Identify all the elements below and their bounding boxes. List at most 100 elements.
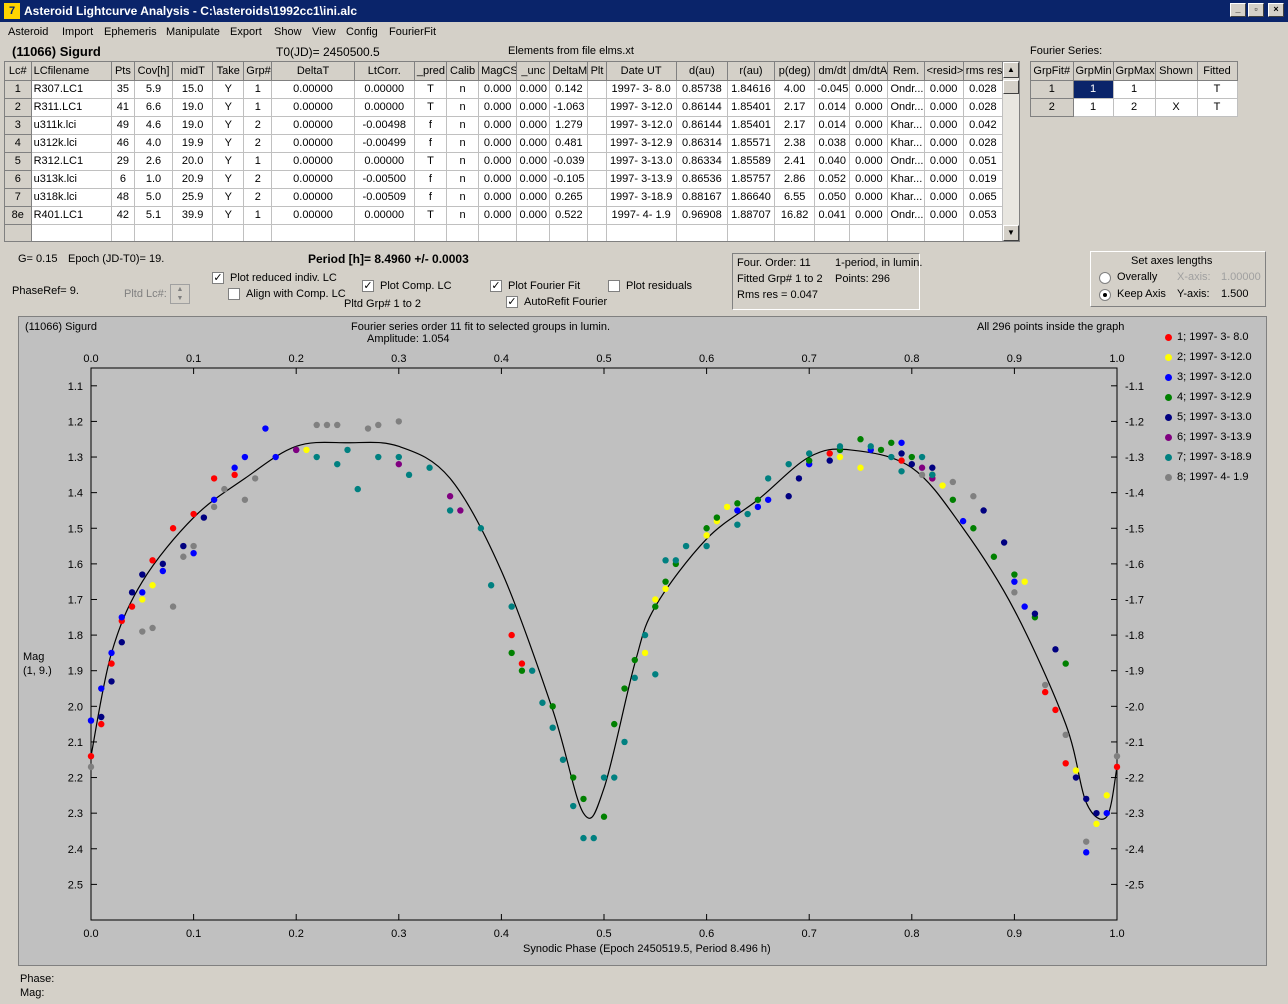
fs-row[interactable]: 1 1 1 T bbox=[1031, 80, 1238, 99]
table-cell[interactable]: 2 bbox=[243, 134, 273, 153]
table-cell[interactable]: T bbox=[414, 98, 447, 117]
table-cell[interactable]: 0.053 bbox=[963, 206, 1004, 225]
autorefit-checkbox[interactable]: ✓ bbox=[506, 296, 518, 308]
table-cell[interactable]: 1997- 3- 8.0 bbox=[606, 80, 677, 99]
pltd-lc-spinner[interactable]: ▲ ▼ bbox=[170, 284, 190, 304]
table-cell[interactable]: 0.00000 bbox=[354, 206, 415, 225]
table-cell[interactable]: 0.000 bbox=[849, 206, 889, 225]
table-row[interactable]: 2 R311.LC1 41 6.6 19.0 Y 1 0.00000 0.00000 Tn 0.00… bbox=[5, 98, 1004, 117]
table-cell[interactable]: 0.00000 bbox=[271, 188, 355, 207]
table-cell[interactable]: 0.000 bbox=[516, 98, 551, 117]
table-cell[interactable]: n bbox=[446, 152, 480, 171]
table-row[interactable]: 4 u312k.lci 46 4.0 19.9 Y 2 0.00000 -0.00499 f n 0.… bbox=[5, 134, 1004, 153]
fs-cell[interactable]: 2 bbox=[1113, 98, 1156, 117]
table-cell[interactable] bbox=[774, 224, 816, 241]
chart-canvas[interactable]: 0.0 0.0 0.1 0.1 0.2 0.2 0.3 0.3 0.4 0.4 0.5 0.5 0.6 0… bbox=[19, 317, 1268, 967]
col-header[interactable]: <resid> bbox=[924, 62, 964, 81]
col-header[interactable]: _pred bbox=[414, 62, 447, 81]
col-header[interactable]: Take bbox=[212, 62, 245, 81]
table-cell[interactable]: Khar... bbox=[887, 134, 925, 153]
table-cell[interactable] bbox=[111, 224, 135, 241]
table-scrollbar[interactable]: ▲ ▼ bbox=[1003, 62, 1019, 241]
table-cell[interactable]: Y bbox=[212, 152, 245, 171]
table-cell[interactable]: 41 bbox=[111, 98, 135, 117]
col-header[interactable]: d(au) bbox=[676, 62, 728, 81]
table-cell[interactable]: 1 bbox=[243, 98, 273, 117]
fs-col-header[interactable]: GrpFit# bbox=[1031, 62, 1074, 81]
table-cell[interactable]: -0.039 bbox=[549, 152, 589, 171]
table-cell[interactable] bbox=[587, 80, 607, 99]
col-header[interactable]: DeltaT bbox=[271, 62, 355, 81]
table-cell[interactable]: 0.00000 bbox=[271, 152, 355, 171]
table-cell[interactable]: Y bbox=[212, 188, 245, 207]
table-cell[interactable]: Ondr... bbox=[887, 206, 925, 225]
table-cell[interactable]: 1.88707 bbox=[727, 206, 776, 225]
fs-cell-selected[interactable]: 1 bbox=[1073, 80, 1114, 99]
table-cell[interactable]: 0.00000 bbox=[354, 80, 415, 99]
table-cell[interactable]: Y bbox=[212, 206, 245, 225]
table-cell[interactable]: Y bbox=[212, 80, 245, 99]
table-cell[interactable]: 1997- 3-18.9 bbox=[606, 188, 677, 207]
table-cell[interactable]: 0.042 bbox=[963, 116, 1004, 135]
col-header[interactable]: Calib bbox=[446, 62, 480, 81]
table-cell[interactable]: Ondr... bbox=[887, 152, 925, 171]
fs-col-header[interactable]: GrpMin bbox=[1073, 62, 1114, 81]
table-cell[interactable]: Khar... bbox=[887, 188, 925, 207]
table-cell[interactable]: Y bbox=[212, 116, 245, 135]
fs-cell[interactable]: X bbox=[1155, 98, 1198, 117]
menu-fourierfit[interactable]: FourierFit bbox=[389, 26, 436, 38]
table-cell[interactable]: 7 bbox=[5, 188, 32, 207]
table-cell[interactable]: 1997- 3-12.0 bbox=[606, 98, 677, 117]
table-cell[interactable]: 4.0 bbox=[134, 134, 174, 153]
table-cell[interactable]: -0.00498 bbox=[354, 116, 415, 135]
table-cell[interactable]: -0.105 bbox=[549, 170, 589, 189]
menu-ephemeris[interactable]: Ephemeris bbox=[104, 26, 157, 38]
table-cell[interactable]: 0.000 bbox=[849, 116, 889, 135]
table-cell[interactable]: 0.000 bbox=[478, 170, 518, 189]
table-cell[interactable]: 2 bbox=[243, 116, 273, 135]
table-cell[interactable]: 0.000 bbox=[478, 98, 518, 117]
table-cell[interactable]: 0.051 bbox=[963, 152, 1004, 171]
table-cell[interactable]: 19.9 bbox=[172, 134, 214, 153]
table-cell[interactable]: R311.LC1 bbox=[31, 98, 112, 117]
table-cell[interactable]: 0.000 bbox=[924, 80, 964, 99]
table-cell[interactable]: 0.000 bbox=[478, 116, 518, 135]
table-cell[interactable]: 0.142 bbox=[549, 80, 589, 99]
fs-cell[interactable]: 1 bbox=[1073, 98, 1114, 117]
fs-row[interactable]: 2 1 2 X T bbox=[1031, 98, 1238, 117]
table-cell[interactable]: 0.028 bbox=[963, 80, 1004, 99]
table-cell[interactable] bbox=[963, 224, 1004, 241]
col-header[interactable]: LtCorr. bbox=[354, 62, 415, 81]
table-row[interactable]: 6 u313k.lci 6 1.0 20.9 Y 2 0.00000 -0.00500 f n 0.0… bbox=[5, 170, 1004, 189]
table-cell[interactable]: n bbox=[446, 80, 480, 99]
table-cell[interactable]: 1997- 3-13.9 bbox=[606, 170, 677, 189]
table-cell[interactable]: 1.85589 bbox=[727, 152, 776, 171]
plot-fourier-checkbox[interactable]: ✓ bbox=[490, 280, 502, 292]
table-cell[interactable]: 1.86640 bbox=[727, 188, 776, 207]
table-cell[interactable]: T bbox=[414, 206, 447, 225]
table-cell[interactable] bbox=[31, 224, 112, 241]
table-cell[interactable]: f bbox=[414, 188, 447, 207]
table-cell[interactable]: 0.000 bbox=[516, 116, 551, 135]
y-axis-value[interactable]: 1.500 bbox=[1221, 288, 1249, 300]
table-cell[interactable]: Ondr... bbox=[887, 80, 925, 99]
table-cell[interactable] bbox=[924, 224, 964, 241]
menu-view[interactable]: View bbox=[312, 26, 336, 38]
col-header[interactable]: Grp# bbox=[243, 62, 273, 81]
table-cell[interactable]: 0.000 bbox=[516, 152, 551, 171]
table-cell[interactable] bbox=[354, 224, 415, 241]
table-cell[interactable]: 5.9 bbox=[134, 80, 174, 99]
fs-col-header[interactable]: GrpMax bbox=[1113, 62, 1156, 81]
table-cell[interactable]: 1997- 3-12.9 bbox=[606, 134, 677, 153]
plot-reduced-checkbox[interactable]: ✓ bbox=[212, 272, 224, 284]
table-cell[interactable]: 2.17 bbox=[774, 116, 816, 135]
table-cell[interactable]: 19.0 bbox=[172, 116, 214, 135]
col-header[interactable]: dm/dtA bbox=[849, 62, 889, 81]
table-cell[interactable]: 1.0 bbox=[134, 170, 174, 189]
table-cell[interactable]: 49 bbox=[111, 116, 135, 135]
fs-cell[interactable]: 2 bbox=[1031, 98, 1074, 117]
table-cell[interactable] bbox=[587, 98, 607, 117]
col-header[interactable]: midT bbox=[172, 62, 214, 81]
close-button[interactable]: × bbox=[1268, 3, 1284, 17]
table-cell[interactable]: 2.17 bbox=[774, 98, 816, 117]
